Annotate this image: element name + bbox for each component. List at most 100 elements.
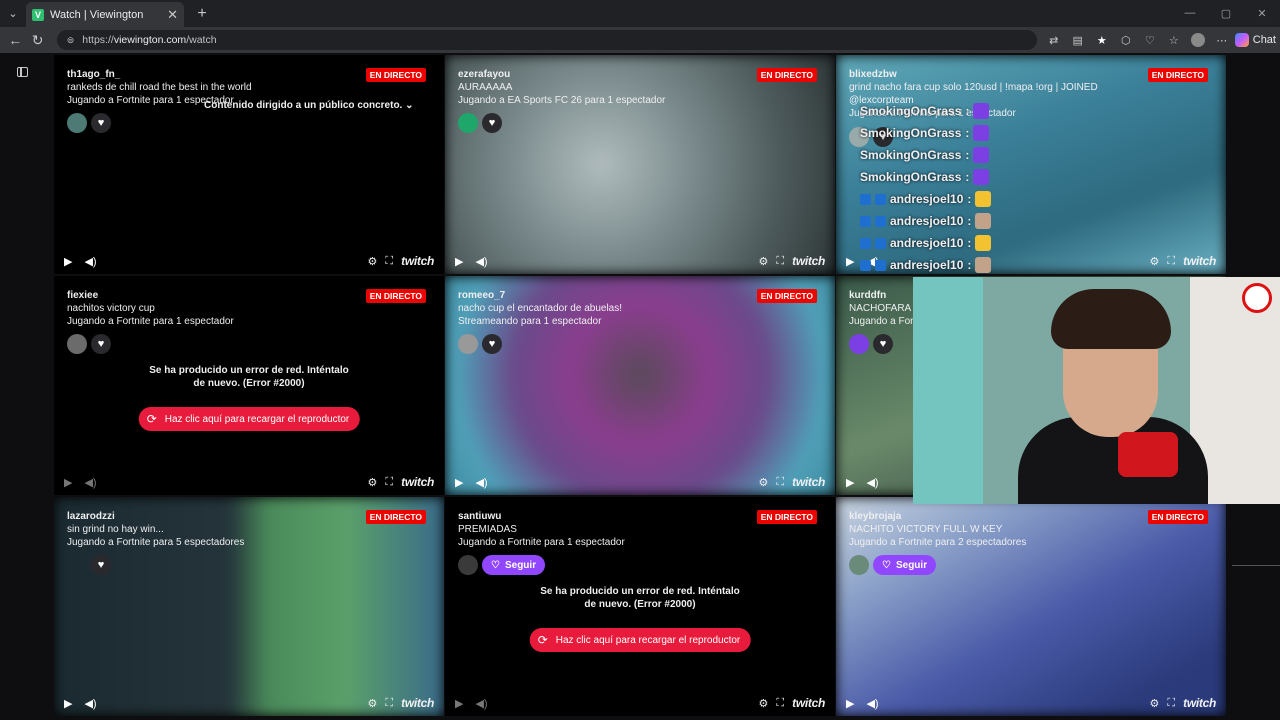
- fullscreen-icon[interactable]: ⛶: [776, 255, 784, 268]
- stream-game: Jugando a Fortnite para 5 espectadores: [67, 537, 245, 548]
- close-window-icon[interactable]: ✕: [1244, 7, 1280, 20]
- avatar[interactable]: [458, 113, 478, 133]
- reload-player-button[interactable]: ⟳ Haz clic aquí para recargar el reproduc…: [138, 407, 360, 431]
- streamer-name[interactable]: blixedzbw: [849, 68, 1109, 81]
- sidebar-toggle-icon[interactable]: [17, 67, 28, 77]
- settings-gear-icon[interactable]: ⚙: [368, 476, 378, 489]
- fullscreen-icon[interactable]: ⛶: [776, 697, 784, 710]
- twitch-logo[interactable]: twitch: [401, 254, 434, 268]
- favorite-star-icon[interactable]: ★: [1093, 31, 1111, 49]
- play-icon[interactable]: ▶: [455, 476, 463, 489]
- play-icon[interactable]: ▶: [846, 255, 854, 268]
- volume-icon[interactable]: ◀): [475, 255, 487, 268]
- streamer-name[interactable]: lazarodzzi: [67, 510, 244, 523]
- streamer-name[interactable]: romeeo_7: [458, 289, 622, 302]
- settings-gear-icon[interactable]: ⚙: [1150, 697, 1160, 710]
- play-icon[interactable]: ▶: [846, 697, 854, 710]
- tab-list-chevron-icon[interactable]: ⌄: [0, 0, 26, 27]
- more-menu-icon[interactable]: ⋯: [1213, 31, 1231, 49]
- volume-icon[interactable]: ◀): [84, 697, 96, 710]
- tab-close-icon[interactable]: ✕: [167, 7, 178, 23]
- stream-tile[interactable]: santiuwu PREMIADAS Jugando a Fortnite pa…: [445, 497, 835, 716]
- minimize-icon[interactable]: —: [1172, 7, 1208, 20]
- volume-icon[interactable]: ◀): [84, 255, 96, 268]
- follow-button[interactable]: ♡ Seguir: [873, 555, 937, 575]
- browser-essentials-icon[interactable]: ♡: [1141, 31, 1159, 49]
- play-icon[interactable]: ▶: [455, 255, 463, 268]
- heart-icon[interactable]: ♥: [91, 555, 111, 575]
- new-tab-plus-icon[interactable]: +: [190, 5, 214, 23]
- back-arrow-icon[interactable]: ←: [4, 32, 26, 48]
- stream-tile[interactable]: th1ago_fn_ rankeds de chill road the bes…: [54, 55, 444, 274]
- fullscreen-icon[interactable]: ⛶: [1167, 697, 1175, 710]
- fullscreen-icon[interactable]: ⛶: [1167, 255, 1175, 268]
- reload-icon[interactable]: ↻: [26, 32, 48, 49]
- mature-content-notice[interactable]: Contenido dirigido a un público concreto…: [204, 100, 414, 111]
- copilot-chat-button[interactable]: Chat: [1234, 33, 1276, 47]
- volume-icon[interactable]: ◀): [866, 697, 878, 710]
- stream-tile[interactable]: lazarodzzi sin grind no hay win... Jugan…: [54, 497, 444, 716]
- chat-username: andresjoel10: [890, 192, 964, 206]
- fullscreen-icon[interactable]: ⛶: [385, 697, 393, 710]
- twitch-logo[interactable]: twitch: [1183, 254, 1216, 268]
- fullscreen-icon[interactable]: ⛶: [776, 476, 784, 489]
- volume-icon[interactable]: ◀): [475, 697, 487, 710]
- site-info-icon[interactable]: ⊜: [67, 35, 75, 46]
- play-icon[interactable]: ▶: [846, 476, 854, 489]
- settings-gear-icon[interactable]: ⚙: [759, 476, 769, 489]
- heart-icon[interactable]: ♥: [873, 334, 893, 354]
- settings-gear-icon[interactable]: ⚙: [759, 697, 769, 710]
- maximize-icon[interactable]: ▢: [1208, 7, 1244, 20]
- refresh-icon: ⟳: [146, 412, 157, 426]
- address-bar[interactable]: ⊜ https://viewington.com/watch: [56, 30, 1037, 50]
- heart-icon[interactable]: ♥: [91, 113, 111, 133]
- stream-tile[interactable]: romeeo_7 nacho cup el encantador de abue…: [445, 276, 835, 495]
- avatar[interactable]: [458, 555, 478, 575]
- heart-icon[interactable]: ♥: [482, 334, 502, 354]
- twitch-logo[interactable]: twitch: [792, 475, 825, 489]
- avatar[interactable]: [67, 113, 87, 133]
- play-icon[interactable]: ▶: [64, 697, 72, 710]
- heart-icon[interactable]: ♥: [91, 334, 111, 354]
- streamer-name[interactable]: fiexiee: [67, 289, 234, 302]
- reader-icon[interactable]: ▤: [1069, 31, 1087, 49]
- fullscreen-icon[interactable]: ⛶: [385, 255, 393, 268]
- streamer-name[interactable]: ezerafayou: [458, 68, 665, 81]
- translate-icon[interactable]: ⇄: [1045, 31, 1063, 49]
- streamer-name[interactable]: kleybrojaja: [849, 510, 1026, 523]
- fullscreen-icon[interactable]: ⛶: [385, 476, 393, 489]
- streamer-name[interactable]: santiuwu: [458, 510, 625, 523]
- tab-watch[interactable]: V Watch | Viewington ✕: [26, 2, 184, 27]
- play-icon[interactable]: ▶: [64, 476, 72, 489]
- profile-avatar-icon[interactable]: [1189, 31, 1207, 49]
- volume-icon[interactable]: ◀): [475, 476, 487, 489]
- settings-gear-icon[interactable]: ⚙: [1150, 255, 1160, 268]
- avatar[interactable]: [849, 555, 869, 575]
- heart-icon[interactable]: ♥: [482, 113, 502, 133]
- streamer-name[interactable]: kurddfn: [849, 289, 920, 302]
- settings-gear-icon[interactable]: ⚙: [368, 255, 378, 268]
- settings-gear-icon[interactable]: ⚙: [368, 697, 378, 710]
- reload-player-button[interactable]: ⟳ Haz clic aquí para recargar el reproduc…: [529, 628, 751, 652]
- stream-tile[interactable]: ezerafayou AURAAAAA Jugando a EA Sports …: [445, 55, 835, 274]
- avatar[interactable]: [458, 334, 478, 354]
- twitch-logo[interactable]: twitch: [1183, 696, 1216, 710]
- volume-icon[interactable]: ◀): [866, 476, 878, 489]
- extensions-icon[interactable]: ⬡: [1117, 31, 1135, 49]
- avatar[interactable]: [67, 334, 87, 354]
- chat-line: andresjoel10:: [860, 210, 992, 232]
- play-icon[interactable]: ▶: [64, 255, 72, 268]
- twitch-logo[interactable]: twitch: [792, 254, 825, 268]
- settings-gear-icon[interactable]: ⚙: [759, 255, 769, 268]
- volume-icon[interactable]: ◀): [84, 476, 96, 489]
- favorites-icon[interactable]: ☆: [1165, 31, 1183, 49]
- follow-button[interactable]: ♡ Seguir: [482, 555, 546, 575]
- twitch-logo[interactable]: twitch: [401, 696, 434, 710]
- play-icon[interactable]: ▶: [455, 697, 463, 710]
- stream-tile[interactable]: fiexiee nachitos victory cup Jugando a F…: [54, 276, 444, 495]
- streamer-name[interactable]: th1ago_fn_: [67, 68, 252, 81]
- twitch-logo[interactable]: twitch: [401, 475, 434, 489]
- avatar[interactable]: [849, 334, 869, 354]
- stream-tile[interactable]: kleybrojaja NACHITO VICTORY FULL W KEY J…: [836, 497, 1226, 716]
- twitch-logo[interactable]: twitch: [792, 696, 825, 710]
